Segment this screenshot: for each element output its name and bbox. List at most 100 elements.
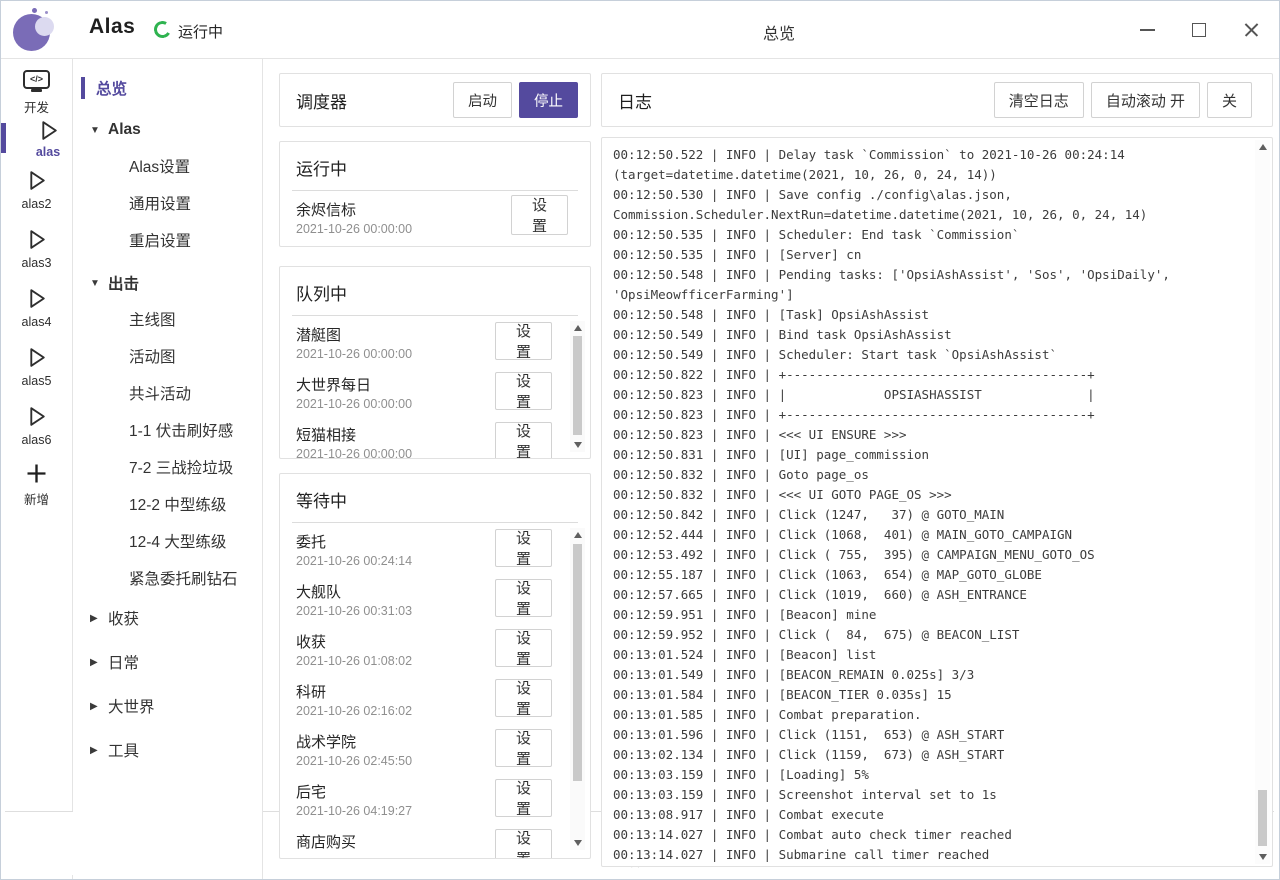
menu-item[interactable]: 12-4 大型练级 [73,522,262,559]
scroll-down-icon[interactable] [574,442,582,448]
scrollbar-thumb[interactable] [1258,790,1267,846]
scroll-down-icon[interactable] [574,840,582,846]
play-icon [24,226,49,254]
maximize-icon [1192,23,1206,37]
waiting-card: 等待中 委托 2021-10-26 00:24:14 设置 大舰队 2021-1… [279,473,591,859]
log-line: 00:12:52.444 | INFO | Click (1068, 401) … [613,525,1248,545]
rail-item[interactable]: </> alas2 [1,159,72,218]
log-line: 00:12:59.951 | INFO | [Beacon] mine [613,605,1248,625]
menu-item[interactable]: 共斗活动 [73,374,262,411]
task-setting-button[interactable]: 设置 [495,629,552,667]
menu-item[interactable]: 重启设置 [73,221,262,258]
task-setting-button[interactable]: 设置 [495,322,552,360]
queue-scrollbar[interactable] [570,321,585,452]
scroll-up-icon[interactable] [574,532,582,538]
running-title: 运行中 [280,142,590,180]
menu-item[interactable]: ▼ 出击 [73,266,262,300]
task-setting-button[interactable]: 设置 [495,729,552,767]
menu-item[interactable]: ▶ 工具 [73,728,262,772]
scroll-up-icon[interactable] [574,325,582,331]
page-title: 总览 [763,20,795,44]
expand-arrow-icon: ▶ [90,745,108,756]
scroll-down-icon[interactable] [1259,854,1267,860]
instance-rail: </> 开发 </> alas </> alas2 </> [1,59,73,879]
menu-item-label: 紧急委托刷钻石 [129,567,238,589]
task-name: 收获 [296,631,326,652]
menu-item[interactable]: ▶ 大世界 [73,684,262,728]
log-line: 00:12:55.187 | INFO | Click (1063, 654) … [613,565,1248,585]
rail-item[interactable]: </> alas5 [1,336,72,395]
menu-item[interactable]: Alas设置 [73,147,262,184]
task-setting-button[interactable]: 设置 [495,779,552,817]
log-panel[interactable]: 00:12:50.522 | INFO | Delay task `Commis… [601,137,1273,867]
log-header-card: 日志 清空日志 自动滚动 开 关 [601,73,1273,127]
rail-item[interactable]: </> 开发 [1,62,72,121]
log-scrollbar[interactable] [1255,140,1270,864]
rail-item[interactable]: </> alas6 [1,395,72,454]
clear-log-button[interactable]: 清空日志 [994,82,1084,118]
log-line: 00:13:08.917 | INFO | Combat execute [613,805,1248,825]
plus-icon [23,459,50,487]
close-button[interactable] [1237,16,1265,44]
menu-item-label: 12-4 大型练级 [129,530,226,552]
running-card: 运行中 余烬信标 2021-10-26 00:00:00 设置 [279,141,591,247]
menu-item[interactable]: 7-2 三战捡垃圾 [73,448,262,485]
scheduler-start-button[interactable]: 启动 [453,82,512,118]
rail-item[interactable]: </> alas3 [1,218,72,277]
menu-item[interactable]: ▶ 收获 [73,596,262,640]
menu-item[interactable]: ▶ 日常 [73,640,262,684]
task-setting-button[interactable]: 设置 [511,195,568,235]
scrollbar-thumb[interactable] [573,336,582,435]
log-line: 00:12:50.842 | INFO | Click (1247, 37) @… [613,505,1248,525]
log-line: 00:12:50.822 | INFO | +-----------------… [613,365,1248,385]
task-name: 科研 [296,681,326,702]
scheduler-stop-button[interactable]: 停止 [519,82,578,118]
task-row: 委托 2021-10-26 00:24:14 设置 [280,523,590,573]
task-setting-button[interactable]: 设置 [495,579,552,617]
menu-item[interactable]: 紧急委托刷钻石 [73,559,262,596]
task-setting-button[interactable]: 设置 [495,679,552,717]
expand-arrow-icon: ▶ [90,613,108,624]
log-lines: 00:12:50.522 | INFO | Delay task `Commis… [602,138,1272,865]
minimize-button[interactable] [1133,16,1161,44]
menu-item[interactable]: 12-2 中型练级 [73,485,262,522]
queue-task-list: 潜艇图 2021-10-26 00:00:00 设置 大世界每日 2021-10… [280,316,590,459]
autoscroll-toggle-button[interactable]: 自动滚动 开 [1091,82,1200,118]
menu-item[interactable]: 1-1 伏击刷好感 [73,411,262,448]
rail-item-label: alas5 [22,374,52,388]
menu-item-label: 活动图 [129,345,176,367]
task-name: 大世界每日 [296,374,371,395]
log-collapse-button[interactable]: 关 [1207,82,1252,118]
dev-code-icon: </> [23,67,50,95]
rail-item-label: 开发 [24,97,49,116]
log-line: 00:13:01.585 | INFO | Combat preparation… [613,705,1248,725]
scroll-up-icon[interactable] [1259,144,1267,150]
log-line: 00:12:50.549 | INFO | Bind task OpsiAshA… [613,325,1248,345]
task-row: 短猫相接 2021-10-26 00:00:00 设置 [280,416,590,459]
log-line: 'OpsiMeowfficerFarming'] [613,285,1248,305]
task-setting-button[interactable]: 设置 [495,422,552,459]
maximize-button[interactable] [1185,16,1213,44]
menu-item[interactable]: 活动图 [73,337,262,374]
expand-arrow-icon: ▼ [90,125,108,136]
task-setting-button[interactable]: 设置 [495,529,552,567]
menu-item[interactable]: 主线图 [73,300,262,337]
rail-item[interactable]: </> alas4 [1,277,72,336]
scheduler-status-text: 运行中 [178,21,223,42]
menu-item[interactable]: 总览 [73,71,262,105]
rail-item[interactable]: </> alas [1,121,72,155]
waiting-task-list: 委托 2021-10-26 00:24:14 设置 大舰队 2021-10-26… [280,523,590,859]
menu-item[interactable]: 通用设置 [73,184,262,221]
rail-item[interactable]: </> 新增 [1,454,72,513]
log-line: 00:12:53.492 | INFO | Click ( 755, 395) … [613,545,1248,565]
window-controls [1133,1,1265,59]
app-logo-icon [12,8,56,52]
menu-item-label: 7-2 三战捡垃圾 [129,456,233,478]
scrollbar-thumb[interactable] [573,544,582,781]
app-window: Alas 运行中 总览 </> 开发 </> alas [0,0,1280,880]
task-setting-button[interactable]: 设置 [495,829,552,859]
play-icon [36,118,61,143]
waiting-scrollbar[interactable] [570,528,585,850]
menu-item[interactable]: ▼ Alas [73,113,262,147]
task-setting-button[interactable]: 设置 [495,372,552,410]
